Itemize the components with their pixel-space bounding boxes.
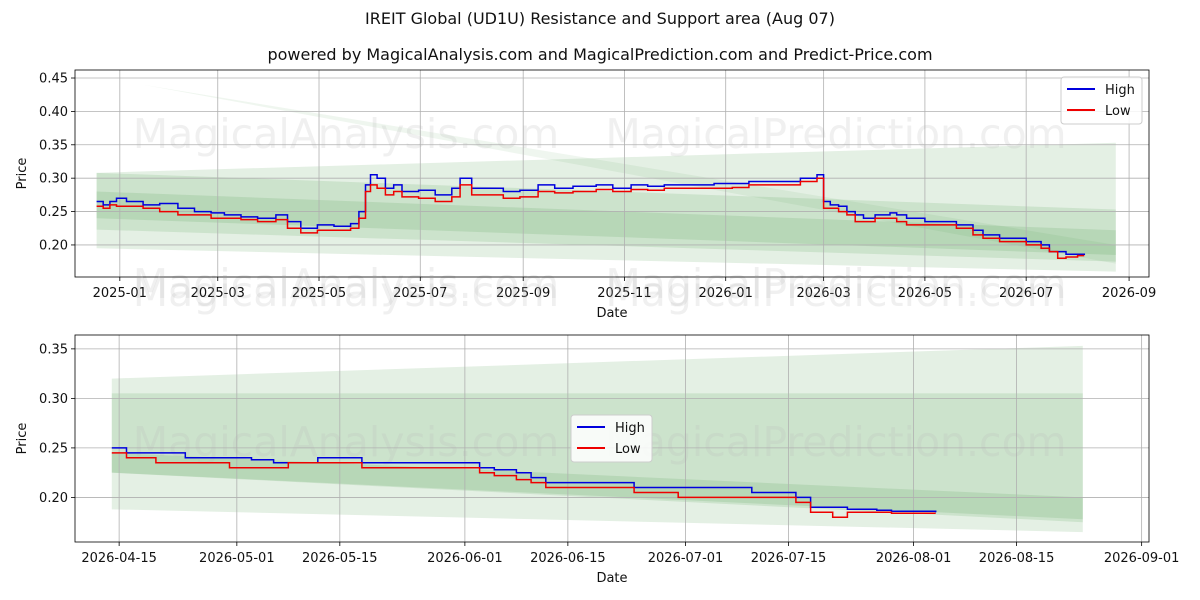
y-tick-label: 0.35 xyxy=(39,138,68,153)
legend: High Low xyxy=(1060,76,1143,125)
watermark-text: MagicalPrediction.com xyxy=(605,110,1066,158)
y-tick-label: 0.30 xyxy=(39,392,68,407)
x-tick-label: 2026-09 xyxy=(1102,286,1156,301)
x-axis-label: Date xyxy=(596,571,627,586)
x-tick-label: 2026-06-01 xyxy=(427,551,503,566)
x-tick-label: 2026-08-15 xyxy=(979,551,1055,566)
x-tick-label: 2026-06-15 xyxy=(530,551,606,566)
watermark-text: MagicalAnalysis.com xyxy=(133,268,560,316)
y-tick-label: 0.20 xyxy=(39,238,68,253)
x-tick-label: 2026-08-01 xyxy=(876,551,952,566)
y-tick-label: 0.30 xyxy=(39,172,68,187)
x-tick-label: 2026-04-15 xyxy=(81,551,157,566)
legend-label-low: Low xyxy=(1105,104,1131,119)
watermark-text: MagicalAnalysis.com xyxy=(133,110,560,158)
y-tick-label: 0.25 xyxy=(39,205,68,220)
y-tick-label: 0.45 xyxy=(39,72,68,87)
x-tick-label: 2026-05-15 xyxy=(302,551,378,566)
y-tick-label: 0.25 xyxy=(39,441,68,456)
chart-canvas: MagicalAnalysis.com MagicalPrediction.com… xyxy=(15,69,1180,586)
legend-label-low: Low xyxy=(615,442,641,457)
y-axis-label: Price xyxy=(15,423,30,455)
x-tick-label: 2026-07-01 xyxy=(648,551,724,566)
watermark-text: MagicalPrediction.com xyxy=(605,268,1066,316)
legend: High Low xyxy=(570,414,653,463)
x-tick-label: 2026-09-01 xyxy=(1104,551,1180,566)
y-tick-label: 0.35 xyxy=(39,342,68,357)
legend-label-high: High xyxy=(1105,83,1135,98)
watermark-text: MagicalPrediction.com xyxy=(605,418,1066,466)
y-tick-label: 0.20 xyxy=(39,491,68,506)
x-tick-label: 2026-07-15 xyxy=(751,551,827,566)
legend-label-high: High xyxy=(615,421,645,436)
y-tick-label: 0.40 xyxy=(39,105,68,120)
watermark-text: MagicalAnalysis.com xyxy=(133,418,560,466)
x-tick-label: 2026-05-01 xyxy=(199,551,275,566)
y-axis-label: Price xyxy=(15,158,30,190)
